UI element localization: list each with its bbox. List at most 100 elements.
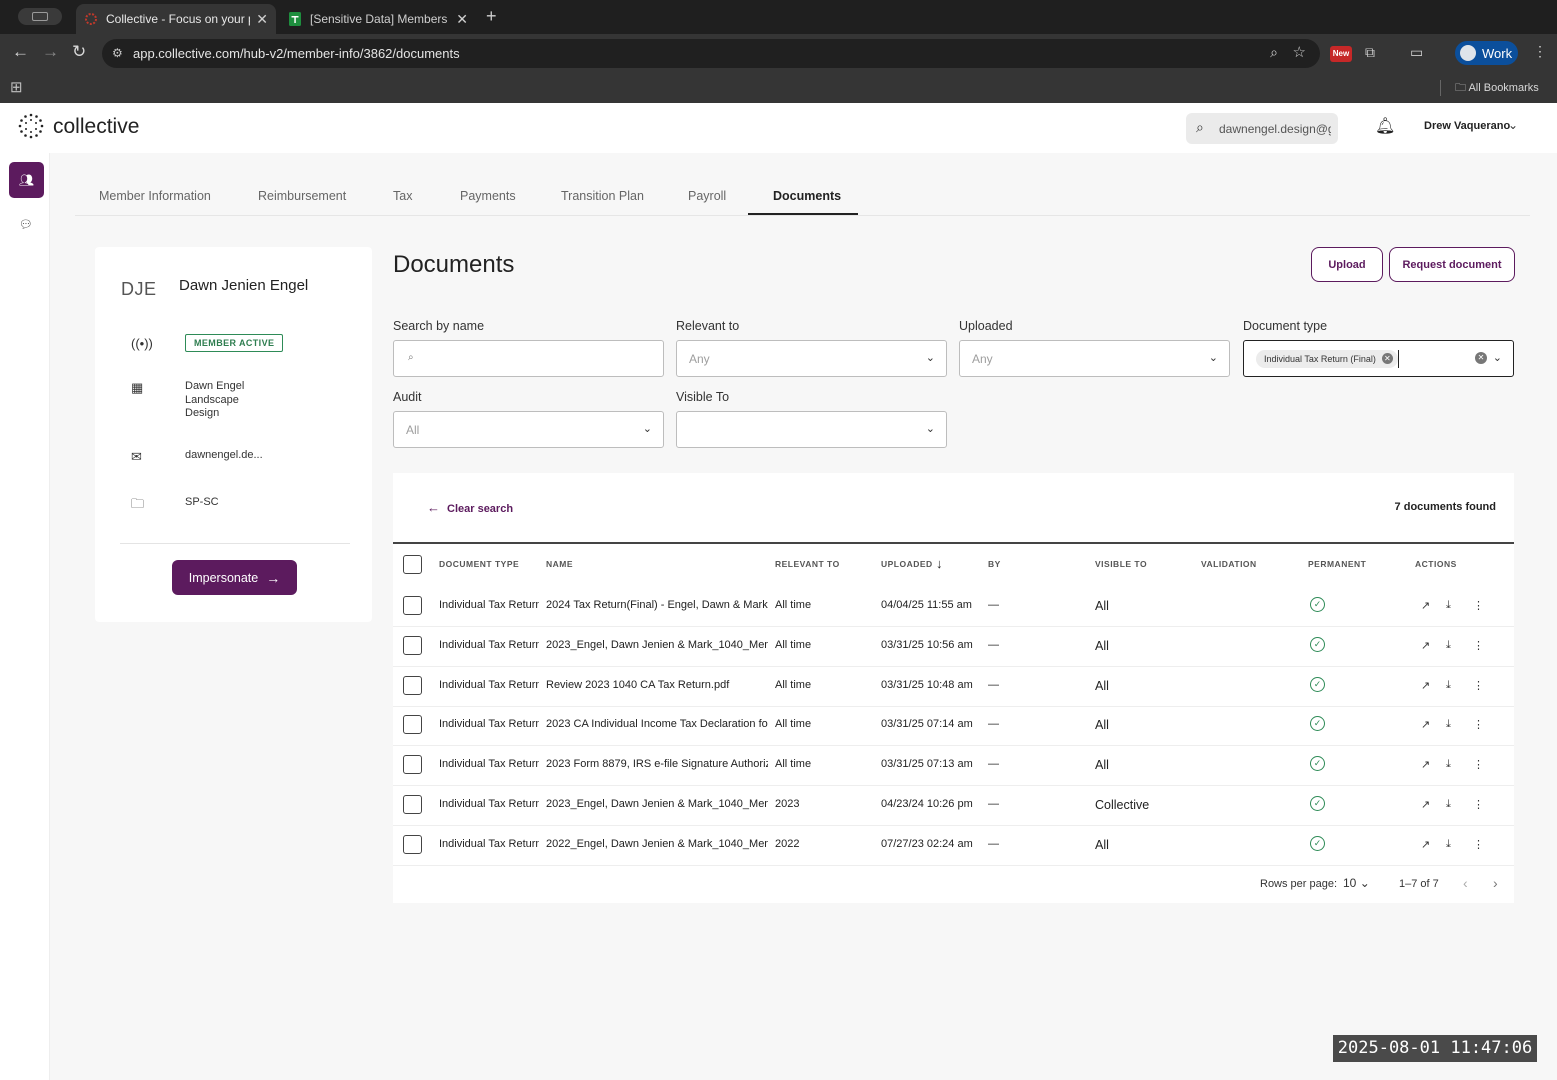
previous-page-icon[interactable]: ‹ — [1463, 875, 1468, 891]
next-page-icon[interactable]: › — [1493, 875, 1498, 891]
open-external-icon[interactable]: ↗ — [1421, 718, 1430, 731]
address-bar[interactable]: ⚙ app.collective.com/hub-v2/member-info/… — [102, 39, 1320, 68]
open-external-icon[interactable]: ↗ — [1421, 838, 1430, 851]
cell-relevant-to: All time — [775, 718, 812, 731]
visible-to-select[interactable]: ⌄ — [676, 411, 947, 448]
members-nav-icon[interactable]: 👥︎ — [9, 162, 44, 198]
download-icon[interactable]: ⤓ — [1446, 758, 1451, 771]
relevant-to-select[interactable]: Any ⌄ — [676, 340, 947, 377]
column-header[interactable]: BY — [988, 559, 1001, 569]
forward-icon[interactable]: → — [42, 42, 59, 62]
more-actions-icon[interactable]: ⋮ — [1473, 639, 1484, 652]
column-header[interactable]: UPLOADED — [881, 559, 933, 569]
tab-documents[interactable]: Documents — [773, 189, 841, 203]
search-by-name-input[interactable]: ⌕ — [393, 340, 664, 377]
open-external-icon[interactable]: ↗ — [1421, 679, 1430, 692]
tab-payroll[interactable]: Payroll — [688, 189, 726, 203]
close-tab-icon[interactable]: ✕ — [256, 11, 268, 28]
cell-name[interactable]: Review 2023 1040 CA Tax Return.pdf — [546, 679, 768, 691]
impersonate-button[interactable]: Impersonate → — [172, 560, 297, 595]
extensions-icon[interactable]: ⧉ — [1365, 44, 1375, 61]
tab-tax[interactable]: Tax — [393, 189, 412, 203]
request-document-button[interactable]: Request document — [1389, 247, 1515, 282]
clear-search-link[interactable]: ← Clear search — [427, 500, 513, 515]
cell-name[interactable]: 2022_Engel, Dawn Jenien & Mark_1040_Memb… — [546, 838, 768, 850]
remove-chip-icon[interactable]: ✕ — [1381, 353, 1393, 364]
rows-per-page-select[interactable]: 10 ⌄ — [1343, 876, 1370, 890]
download-icon[interactable]: ⤓ — [1446, 599, 1451, 612]
open-external-icon[interactable]: ↗ — [1421, 798, 1430, 811]
browser-menu-icon[interactable]: ⋮ — [1533, 43, 1547, 60]
row-checkbox[interactable] — [403, 635, 422, 655]
column-header[interactable]: NAME — [546, 559, 573, 569]
download-icon[interactable]: ⤓ — [1446, 679, 1451, 692]
row-checkbox[interactable] — [403, 795, 422, 814]
download-icon[interactable]: ⤓ — [1446, 639, 1451, 652]
row-checkbox[interactable] — [403, 675, 422, 695]
more-actions-icon[interactable]: ⋮ — [1473, 599, 1484, 612]
row-checkbox[interactable] — [403, 834, 422, 854]
open-external-icon[interactable]: ↗ — [1421, 758, 1430, 771]
chevron-down-icon[interactable]: ⌄ — [1493, 351, 1502, 364]
more-actions-icon[interactable]: ⋮ — [1473, 838, 1484, 851]
select-all-checkbox[interactable] — [403, 555, 422, 574]
tab-member-information[interactable]: Member Information — [99, 189, 211, 203]
messages-nav-icon[interactable]: 💬︎ — [19, 218, 33, 231]
column-header[interactable]: RELEVANT TO — [775, 559, 840, 569]
column-header[interactable]: PERMANENT — [1308, 559, 1366, 569]
extension-new-badge[interactable]: New — [1330, 46, 1352, 62]
more-actions-icon[interactable]: ⋮ — [1473, 718, 1484, 731]
tab-transition-plan[interactable]: Transition Plan — [561, 189, 644, 203]
new-tab-icon[interactable]: + — [486, 6, 497, 27]
cell-visible-to: All — [1095, 599, 1109, 613]
notifications-bell-icon[interactable]: 🔔︎ — [1375, 116, 1395, 136]
sort-descending-icon[interactable]: ↓ — [936, 556, 943, 571]
chevron-down-icon[interactable]: ⌄ — [1508, 118, 1518, 132]
clear-icon[interactable]: ✕ — [1475, 352, 1487, 364]
app-logo-text[interactable]: collective — [53, 115, 139, 139]
member-email[interactable]: dawnengel.de... — [185, 449, 263, 463]
audit-select[interactable]: All ⌄ — [393, 411, 664, 448]
column-header[interactable]: DOCUMENT TYPE — [439, 559, 519, 569]
upload-button[interactable]: Upload — [1311, 247, 1383, 282]
download-icon[interactable]: ⤓ — [1446, 718, 1451, 731]
reload-icon[interactable]: ↻ — [72, 42, 86, 62]
profile-button[interactable]: Work — [1455, 41, 1518, 65]
open-external-icon[interactable]: ↗ — [1421, 599, 1430, 612]
cell-name[interactable]: 2023 Form 8879, IRS e-file Signature Aut… — [546, 758, 768, 770]
site-info-icon[interactable]: ⚙ — [112, 46, 123, 60]
tab-search-button[interactable] — [18, 8, 62, 25]
user-menu[interactable]: Drew Vaquerano — [1424, 120, 1510, 132]
open-external-icon[interactable]: ↗ — [1421, 639, 1430, 652]
more-actions-icon[interactable]: ⋮ — [1473, 758, 1484, 771]
more-actions-icon[interactable]: ⋮ — [1473, 679, 1484, 692]
cell-name[interactable]: 2024 Tax Return(Final) - Engel, Dawn & M… — [546, 599, 768, 611]
cell-name[interactable]: 2023 CA Individual Income Tax Declaratio… — [546, 718, 768, 730]
row-checkbox[interactable] — [403, 596, 422, 615]
apps-grid-icon[interactable]: ⊞ — [10, 78, 23, 96]
browser-tab-sheets[interactable]: [Sensitive Data] Members wi ✕ — [280, 4, 476, 34]
browser-tab-collective[interactable]: Collective - Focus on your pa ✕ — [76, 4, 276, 34]
document-type-select[interactable]: Individual Tax Return (Final) ✕ ✕ ⌄ — [1243, 340, 1514, 377]
tab-payments[interactable]: Payments — [460, 189, 516, 203]
all-bookmarks[interactable]: 🗀 All Bookmarks — [1455, 79, 1539, 98]
uploaded-select[interactable]: Any ⌄ — [959, 340, 1230, 377]
download-icon[interactable]: ⤓ — [1446, 838, 1451, 851]
cell-name[interactable]: 2023_Engel, Dawn Jenien & Mark_1040_Memb… — [546, 798, 768, 810]
bookmark-star-icon[interactable]: ☆ — [1293, 43, 1306, 61]
selected-type-chip[interactable]: Individual Tax Return (Final) ✕ — [1256, 350, 1398, 368]
tab-reimbursement[interactable]: Reimbursement — [258, 189, 346, 203]
cell-name[interactable]: 2023_Engel, Dawn Jenien & Mark_1040_Memb… — [546, 639, 768, 651]
zoom-icon[interactable]: ⌕ — [1270, 44, 1278, 61]
row-checkbox[interactable] — [403, 755, 422, 775]
more-actions-icon[interactable]: ⋮ — [1473, 798, 1484, 811]
back-icon[interactable]: ← — [12, 42, 29, 62]
close-tab-icon[interactable]: ✕ — [456, 11, 468, 28]
row-checkbox[interactable] — [403, 715, 422, 735]
cast-icon[interactable]: ▭ — [1410, 44, 1423, 61]
column-header[interactable]: VISIBLE TO — [1095, 559, 1147, 569]
download-icon[interactable]: ⤓ — [1446, 798, 1451, 811]
member-search-input[interactable]: ⌕ dawnengel.design@g — [1186, 113, 1338, 144]
column-header[interactable]: VALIDATION — [1201, 559, 1257, 569]
divider — [393, 825, 1514, 826]
